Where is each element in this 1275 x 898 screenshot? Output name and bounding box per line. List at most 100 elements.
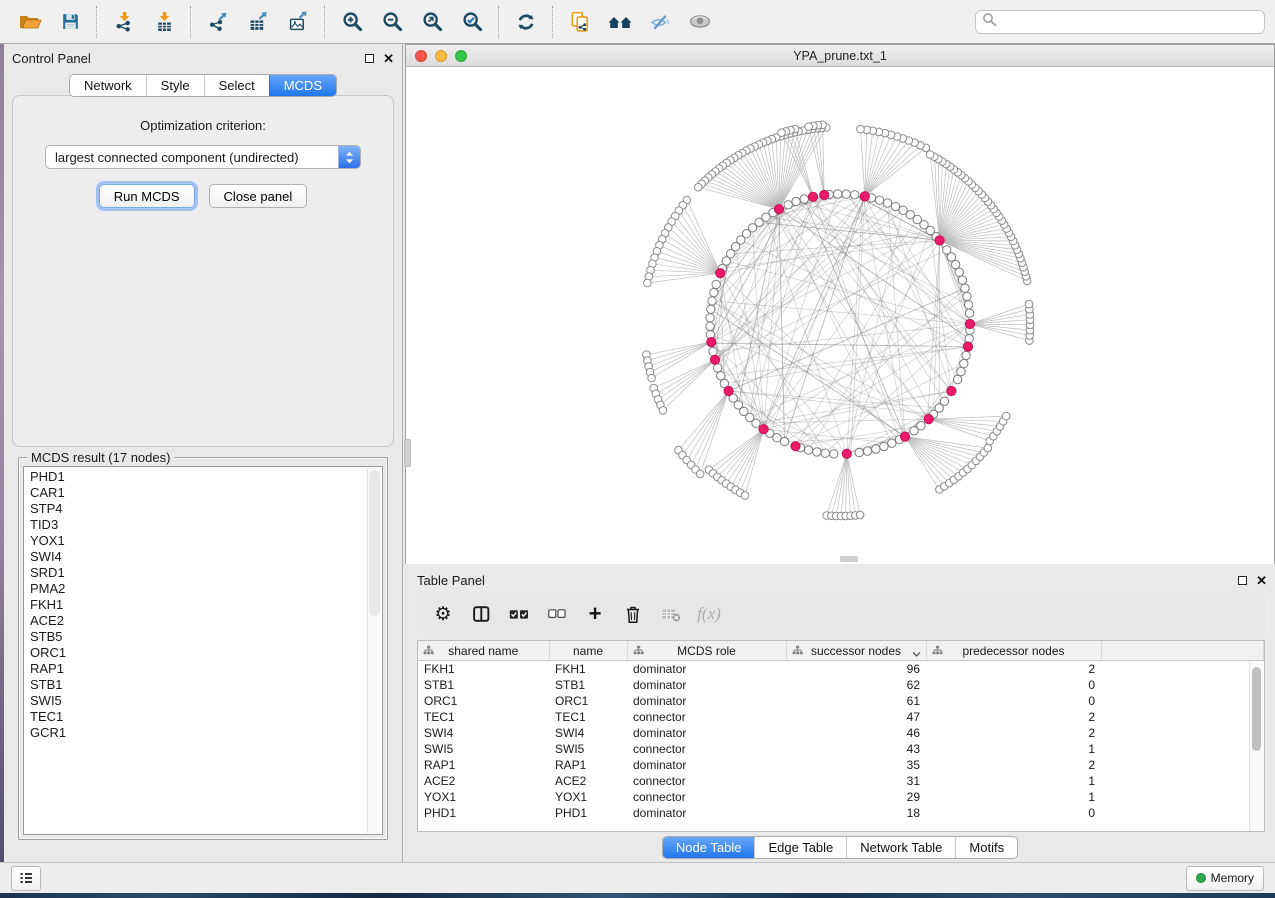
dropdown-stepper-icon [338,146,360,168]
table-cell: connector [627,741,786,757]
close-panel-button[interactable]: Close panel [209,184,308,208]
result-node-item[interactable]: GCR1 [30,725,382,741]
table-cell-filler [1101,661,1264,678]
network-window-titlebar[interactable]: YPA_prune.txt_1 [406,45,1274,67]
show-hidden-button[interactable] [680,4,720,40]
search-input[interactable] [997,14,1258,30]
result-node-item[interactable]: YOX1 [30,533,382,549]
export-table-button[interactable] [238,4,278,40]
open-file-button[interactable] [10,4,50,40]
control-panel: Control Panel ✕ NetworkStyleSelectMCDS O… [4,44,403,862]
clear-selection-button[interactable] [543,599,571,629]
float-table-panel-icon[interactable] [1238,576,1247,585]
check-pair-icon [509,608,529,621]
table-toolbar: ⚙ + f(x) [417,594,1265,634]
add-column-button[interactable]: + [581,599,609,629]
result-node-item[interactable]: FKH1 [30,597,382,613]
result-node-item[interactable]: STP4 [30,501,382,517]
table-cell: 31 [786,773,926,789]
table-row[interactable]: FKH1FKH1dominator962 [418,661,1264,678]
table-row[interactable]: PHD1PHD1dominator180 [418,805,1264,821]
desktop-wallpaper-bottom [0,893,1275,898]
result-node-item[interactable]: PHD1 [30,469,382,485]
column-header-successor-nodes[interactable]: successor nodes [786,641,926,661]
result-node-item[interactable]: RAP1 [30,661,382,677]
table-cell: 0 [926,693,1101,709]
result-node-item[interactable]: STB1 [30,677,382,693]
save-session-button[interactable] [50,4,90,40]
table-tab-motifs[interactable]: Motifs [955,837,1017,858]
table-cell: PHD1 [418,805,549,821]
result-node-item[interactable]: SWI4 [30,549,382,565]
first-neighbors-button[interactable] [600,4,640,40]
table-cell-filler [1101,757,1264,773]
fx-icon: f(x) [697,604,721,624]
table-row[interactable]: TEC1TEC1connector472 [418,709,1264,725]
table-cell: YOX1 [418,789,549,805]
right-pane: YPA_prune.txt_1 Table Panel ✕ ⚙+f(x) sha… [403,44,1275,862]
table-scrollbar[interactable] [1249,661,1264,831]
result-node-item[interactable]: TEC1 [30,709,382,725]
zoom-in-button[interactable] [332,4,372,40]
optimization-criterion-select[interactable]: largest connected component (undirected) [45,145,361,169]
status-bar: Memory [0,862,1275,893]
export-network-button[interactable] [198,4,238,40]
table-tab-network-table[interactable]: Network Table [846,837,955,858]
table-row[interactable]: SWI4SWI4dominator462 [418,725,1264,741]
table-cell: dominator [627,661,786,678]
result-list-scrollbar[interactable] [367,468,381,833]
canvas-horizontal-scroll-thumb[interactable] [840,556,858,562]
table-cell: ORC1 [549,693,627,709]
splitter-thumb[interactable] [404,439,411,467]
table-row[interactable]: RAP1RAP1dominator352 [418,757,1264,773]
mcds-result-list[interactable]: PHD1CAR1STP4TID3YOX1SWI4SRD1PMA2FKH1ACE2… [23,466,383,835]
table-settings-button[interactable]: ⚙ [429,599,457,629]
result-node-item[interactable]: SRD1 [30,565,382,581]
table-row[interactable]: SWI5SWI5connector431 [418,741,1264,757]
zoom-fit-button[interactable] [412,4,452,40]
table-row[interactable]: YOX1YOX1connector291 [418,789,1264,805]
close-table-panel-icon[interactable]: ✕ [1256,576,1267,585]
tab-select[interactable]: Select [204,75,269,96]
new-network-from-selection-button[interactable] [560,4,600,40]
import-table-button[interactable] [144,4,184,40]
import-network-button[interactable] [104,4,144,40]
delete-column-button[interactable] [619,599,647,629]
column-header-MCDS-role[interactable]: MCDS role [627,641,786,661]
tab-mcds[interactable]: MCDS [269,75,336,96]
main-toolbar [0,0,1275,44]
result-node-item[interactable]: SWI5 [30,693,382,709]
network-canvas[interactable] [406,67,1274,564]
hide-selected-button[interactable] [640,4,680,40]
table-row[interactable]: ACE2ACE2connector311 [418,773,1264,789]
result-node-item[interactable]: PMA2 [30,581,382,597]
table-cell-filler [1101,709,1264,725]
result-node-item[interactable]: ACE2 [30,613,382,629]
toolbar-separator [498,6,500,38]
zoom-selected-button[interactable] [452,4,492,40]
result-node-item[interactable]: CAR1 [30,485,382,501]
task-history-button[interactable] [11,866,41,891]
table-tab-edge-table[interactable]: Edge Table [754,837,846,858]
export-image-button[interactable] [278,4,318,40]
select-all-button[interactable] [505,599,533,629]
column-header-name[interactable]: name [549,641,627,661]
table-row[interactable]: ORC1ORC1dominator610 [418,693,1264,709]
float-panel-icon[interactable] [365,54,374,63]
tab-network[interactable]: Network [70,75,146,96]
result-node-item[interactable]: STB5 [30,629,382,645]
column-header-predecessor-nodes[interactable]: predecessor nodes [926,641,1101,661]
run-mcds-button[interactable]: Run MCDS [99,184,195,208]
zoom-out-button[interactable] [372,4,412,40]
table-row[interactable]: STB1STB1dominator620 [418,677,1264,693]
result-node-item[interactable]: ORC1 [30,645,382,661]
export-table-icon [248,11,269,32]
refresh-button[interactable] [506,4,546,40]
table-tab-node-table[interactable]: Node Table [663,837,755,858]
memory-button[interactable]: Memory [1186,866,1264,891]
result-node-item[interactable]: TID3 [30,517,382,533]
tab-style[interactable]: Style [146,75,204,96]
close-panel-icon[interactable]: ✕ [383,54,394,63]
column-header-shared-name[interactable]: shared name [418,641,549,661]
show-columns-button[interactable] [467,599,495,629]
